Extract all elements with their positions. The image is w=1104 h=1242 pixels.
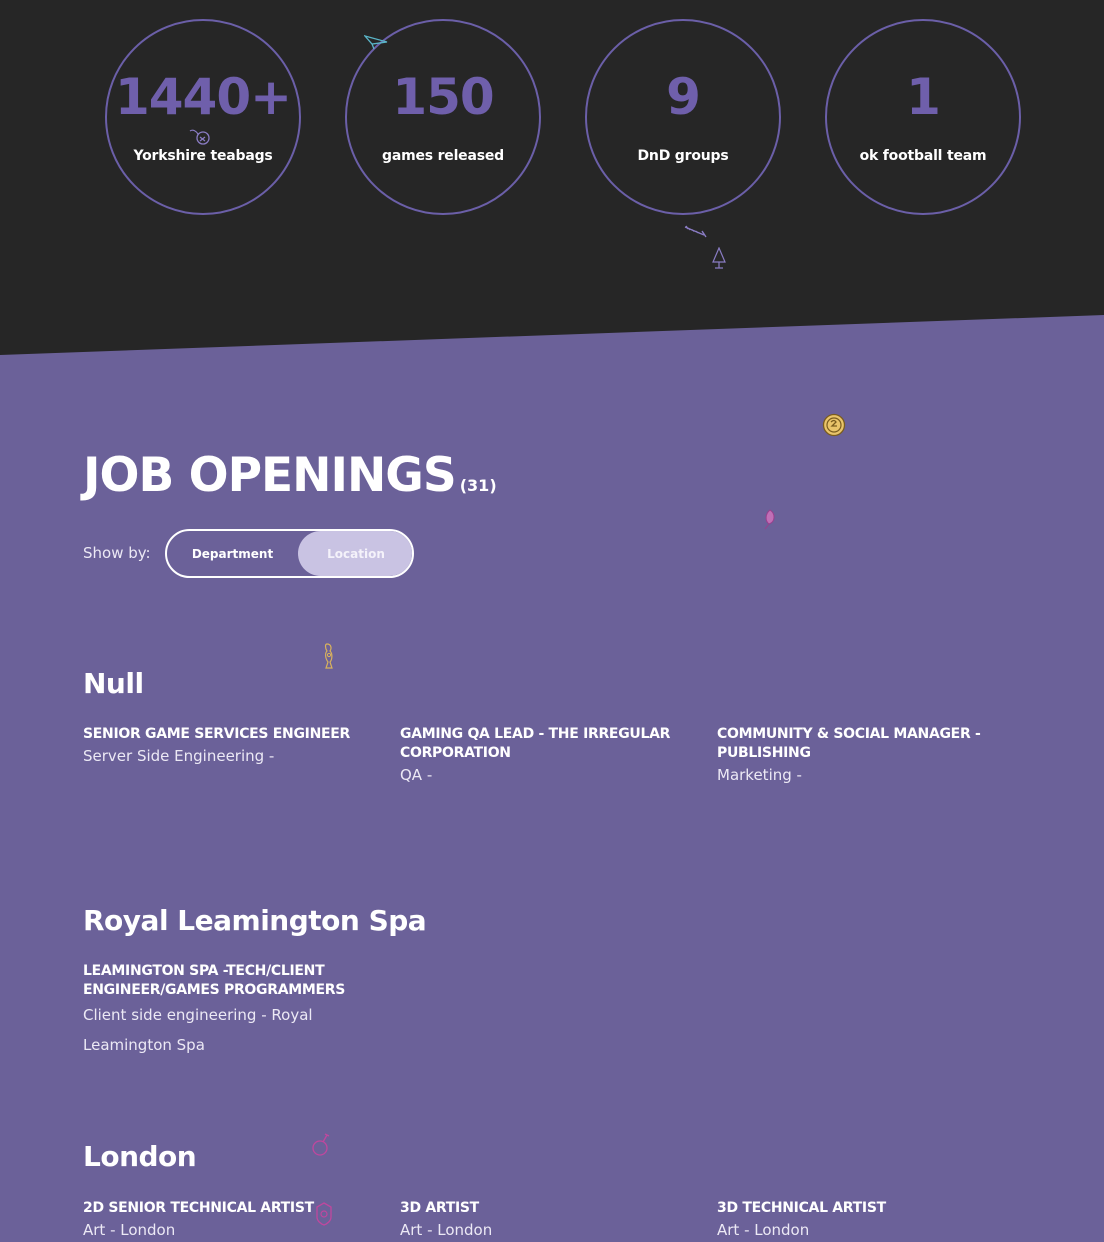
job-meta: Server Side Engineering - — [83, 747, 275, 765]
show-by-toggle: Department Location — [165, 529, 414, 578]
job-listing[interactable]: GAMING QA LEAD - THE IRREGULAR CORPORATI… — [400, 725, 690, 787]
job-listing[interactable]: 3D TECHNICAL ARTIST Art - London — [717, 1199, 1007, 1242]
job-title[interactable]: LEAMINGTON SPA -TECH/CLIENT ENGINEER/GAM… — [83, 962, 363, 1000]
stats-section: 1440+ Yorkshire teabags 150 games releas… — [0, 0, 1104, 355]
paper-plane-icon — [364, 34, 388, 50]
job-title[interactable]: COMMUNITY & SOCIAL MANAGER - PUBLISHING — [717, 725, 1007, 763]
toggle-department-button[interactable]: Department — [167, 531, 298, 576]
job-listing[interactable]: SENIOR GAME SERVICES ENGINEER Server Sid… — [83, 725, 373, 768]
job-title[interactable]: GAMING QA LEAD - THE IRREGULAR CORPORATI… — [400, 725, 690, 763]
job-listing[interactable]: 3D ARTIST Art - London — [400, 1199, 690, 1242]
stat-football: 1 ok football team — [825, 19, 1021, 215]
stat-dnd: 9 DnD groups — [585, 19, 781, 215]
coin-icon — [822, 413, 846, 437]
group-title-null: Null — [83, 667, 144, 700]
stat-number: 150 — [392, 68, 494, 126]
stat-number: 1440+ — [114, 68, 292, 126]
job-meta: Art - London — [83, 1221, 176, 1239]
job-title[interactable]: 3D TECHNICAL ARTIST — [717, 1199, 1007, 1218]
stat-label: ok football team — [859, 148, 987, 164]
figure-icon — [321, 642, 337, 670]
job-openings-count: (31) — [459, 476, 497, 495]
stat-teabags: 1440+ Yorkshire teabags — [105, 19, 301, 215]
job-meta: Marketing - — [717, 766, 802, 784]
tree-icon — [710, 247, 728, 269]
job-openings-heading: JOB OPENINGS (31) — [83, 450, 497, 512]
job-title[interactable]: 3D ARTIST — [400, 1199, 690, 1218]
stat-label: Yorkshire teabags — [133, 148, 273, 164]
job-meta: Art - London — [717, 1221, 810, 1239]
show-by-label: Show by: — [83, 544, 151, 562]
sword-icon — [684, 225, 710, 239]
job-listing[interactable]: LEAMINGTON SPA -TECH/CLIENT ENGINEER/GAM… — [83, 962, 363, 1060]
job-title[interactable]: SENIOR GAME SERVICES ENGINEER — [83, 725, 373, 744]
job-title[interactable]: 2D SENIOR TECHNICAL ARTIST — [83, 1199, 373, 1218]
bomb-icon — [311, 1132, 331, 1158]
stat-label: DnD groups — [637, 148, 729, 164]
job-meta: Art - London — [400, 1221, 493, 1239]
leaf-icon — [761, 508, 779, 530]
toggle-location-button[interactable]: Location — [298, 531, 412, 576]
sheep-icon — [188, 128, 212, 146]
stat-label: games released — [382, 148, 504, 164]
job-meta: QA - — [400, 766, 433, 784]
stat-number: 1 — [906, 68, 941, 126]
job-openings-title: JOB OPENINGS — [83, 448, 457, 503]
job-meta: Client side engineering - Royal Leamingt… — [83, 1006, 313, 1054]
job-listing[interactable]: 2D SENIOR TECHNICAL ARTIST Art - London — [83, 1199, 373, 1242]
job-listing[interactable]: COMMUNITY & SOCIAL MANAGER - PUBLISHING … — [717, 725, 1007, 787]
group-title-london: London — [83, 1140, 197, 1173]
group-title-leamington: Royal Leamington Spa — [83, 904, 427, 937]
stat-number: 9 — [666, 68, 701, 126]
